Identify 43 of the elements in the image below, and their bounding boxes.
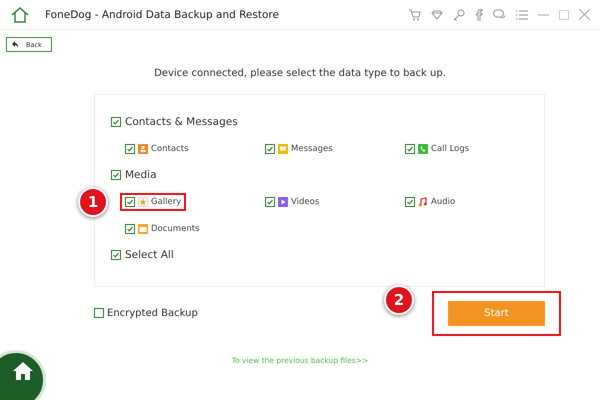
step-number-badge: 2 <box>384 284 414 314</box>
key-icon[interactable] <box>453 8 465 20</box>
item-label: Audio <box>431 196 456 206</box>
checkbox[interactable] <box>94 308 104 318</box>
item-label: Contacts <box>151 144 188 154</box>
group-label: Media <box>125 169 157 181</box>
item-label: Messages <box>291 144 333 154</box>
item-label: Gallery <box>151 196 182 206</box>
checkbox[interactable] <box>265 144 275 154</box>
home-icon <box>12 361 34 381</box>
checkbox[interactable] <box>111 250 121 260</box>
phone-icon <box>418 144 428 154</box>
back-arrow-icon <box>12 41 18 48</box>
item-label: Videos <box>291 196 320 206</box>
star-icon <box>138 196 148 206</box>
cart-icon[interactable] <box>409 8 421 20</box>
checkbox[interactable] <box>125 196 135 206</box>
checkbox[interactable] <box>405 196 415 206</box>
checkbox[interactable] <box>405 144 415 154</box>
checkbox[interactable] <box>125 224 135 234</box>
item-label: Call Logs <box>431 144 470 154</box>
chat-icon[interactable] <box>493 9 506 20</box>
play-icon <box>278 196 288 206</box>
checkbox[interactable] <box>111 170 121 180</box>
instruction-text: Device connected, please select the data type to back up. <box>153 68 447 79</box>
start-button[interactable]: Start <box>448 300 545 326</box>
encrypted-backup-label: Encrypted Backup <box>107 308 198 318</box>
item-label: Documents <box>151 224 200 234</box>
group-label: Contacts & Messages <box>125 116 238 128</box>
checkbox[interactable] <box>125 144 135 154</box>
diamond-icon[interactable] <box>431 10 443 20</box>
step-number-badge: 1 <box>78 187 108 217</box>
checkbox[interactable] <box>111 117 121 127</box>
music-note-icon <box>418 196 428 206</box>
menu-icon[interactable] <box>516 10 528 20</box>
select-all-label: Select All <box>125 249 174 261</box>
home-icon[interactable] <box>10 6 30 24</box>
folder-icon <box>138 224 148 234</box>
facebook-icon[interactable] <box>475 8 483 20</box>
window-title: FoneDog - Android Data Backup and Restore <box>45 8 279 20</box>
message-icon <box>278 144 288 154</box>
checkbox[interactable] <box>265 196 275 206</box>
contact-icon <box>138 144 148 154</box>
